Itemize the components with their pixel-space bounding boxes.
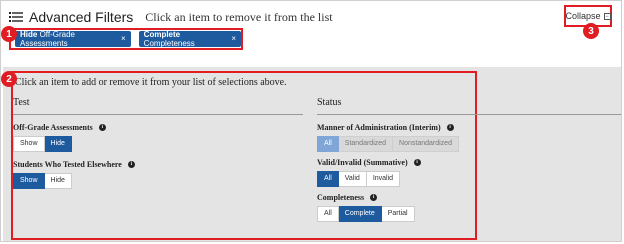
tested-elsewhere-label-text: Students Who Tested Elsewhere: [13, 160, 122, 169]
status-column: Status Manner of Administration (Interim…: [317, 97, 621, 222]
off-grade-toggle: Show Hide: [13, 136, 303, 152]
title-row: Advanced Filters Click an item to remove…: [9, 9, 333, 25]
option-partial[interactable]: Partial: [381, 206, 415, 222]
info-icon[interactable]: i: [98, 124, 106, 131]
info-icon[interactable]: i: [370, 194, 378, 201]
manner-group: Manner of Administration (Interim) i All…: [317, 123, 621, 152]
valid-invalid-group: Valid/Invalid (Summative) i All Valid In…: [317, 158, 621, 187]
selected-filters-list: Hide Off-Grade Assessments × Complete Co…: [9, 28, 243, 50]
collapse-icon: −: [603, 12, 611, 20]
panel-instruction: Click an item to add or remove it from y…: [15, 77, 287, 88]
off-grade-group: Off-Grade Assessments i Show Hide: [13, 123, 303, 152]
tested-elsewhere-label: Students Who Tested Elsewhere i: [13, 160, 303, 169]
option-show[interactable]: Show: [13, 136, 45, 152]
test-heading: Test: [13, 97, 303, 115]
option-show[interactable]: Show: [13, 173, 45, 189]
tested-elsewhere-toggle: Show Hide: [13, 173, 303, 189]
manner-options: All Standardized Nonstandardized: [317, 136, 621, 152]
option-all[interactable]: All: [317, 136, 339, 152]
valid-invalid-label: Valid/Invalid (Summative) i: [317, 158, 621, 167]
filter-options-panel: Test Off-Grade Assessments i Show Hide S…: [3, 67, 621, 241]
chip-label: Hide Off-Grade Assessments: [20, 30, 75, 48]
completeness-options: All Complete Partial: [317, 206, 621, 222]
info-icon[interactable]: i: [413, 159, 421, 166]
option-invalid[interactable]: Invalid: [366, 171, 401, 187]
off-grade-label-text: Off-Grade Assessments: [13, 123, 93, 132]
option-all[interactable]: All: [317, 206, 339, 222]
page-title: Advanced Filters: [29, 9, 134, 25]
option-valid[interactable]: Valid: [338, 171, 367, 187]
status-heading: Status: [317, 97, 621, 115]
completeness-label: Completeness i: [317, 193, 621, 202]
chip-complete-completeness[interactable]: Complete Completeness ×: [138, 30, 241, 48]
off-grade-label: Off-Grade Assessments i: [13, 123, 303, 132]
valid-invalid-label-text: Valid/Invalid (Summative): [317, 158, 408, 167]
remove-chip-icon[interactable]: ×: [231, 35, 236, 43]
tested-elsewhere-group: Students Who Tested Elsewhere i Show Hid…: [13, 160, 303, 189]
info-icon[interactable]: i: [446, 124, 454, 131]
option-nonstandardized[interactable]: Nonstandardized: [393, 136, 459, 152]
info-icon[interactable]: i: [127, 161, 135, 168]
header-subtitle: Click an item to remove it from the list: [145, 9, 333, 24]
valid-invalid-options: All Valid Invalid: [317, 171, 621, 187]
chip-label: Complete Completeness: [143, 30, 195, 48]
filter-list-icon: [9, 11, 23, 23]
option-all[interactable]: All: [317, 171, 339, 187]
chip-hide-off-grade[interactable]: Hide Off-Grade Assessments ×: [15, 30, 131, 48]
collapse-label: Collapse: [565, 11, 601, 21]
option-complete[interactable]: Complete: [338, 206, 382, 222]
completeness-label-text: Completeness: [317, 193, 365, 202]
completeness-group: Completeness i All Complete Partial: [317, 193, 621, 222]
option-hide[interactable]: Hide: [44, 136, 72, 152]
filters-header: Advanced Filters Click an item to remove…: [3, 3, 621, 67]
option-standardized[interactable]: Standardized: [338, 136, 394, 152]
collapse-button[interactable]: Collapse −: [565, 11, 611, 21]
remove-chip-icon[interactable]: ×: [121, 35, 126, 43]
option-hide[interactable]: Hide: [44, 173, 72, 189]
callout-badge-3: 3: [583, 23, 599, 39]
manner-label-text: Manner of Administration (Interim): [317, 123, 441, 132]
advanced-filters-frame: Advanced Filters Click an item to remove…: [0, 0, 622, 242]
callout-badge-2: 2: [1, 71, 17, 87]
manner-label: Manner of Administration (Interim) i: [317, 123, 621, 132]
test-column: Test Off-Grade Assessments i Show Hide S…: [13, 97, 303, 189]
callout-badge-1: 1: [1, 26, 17, 42]
